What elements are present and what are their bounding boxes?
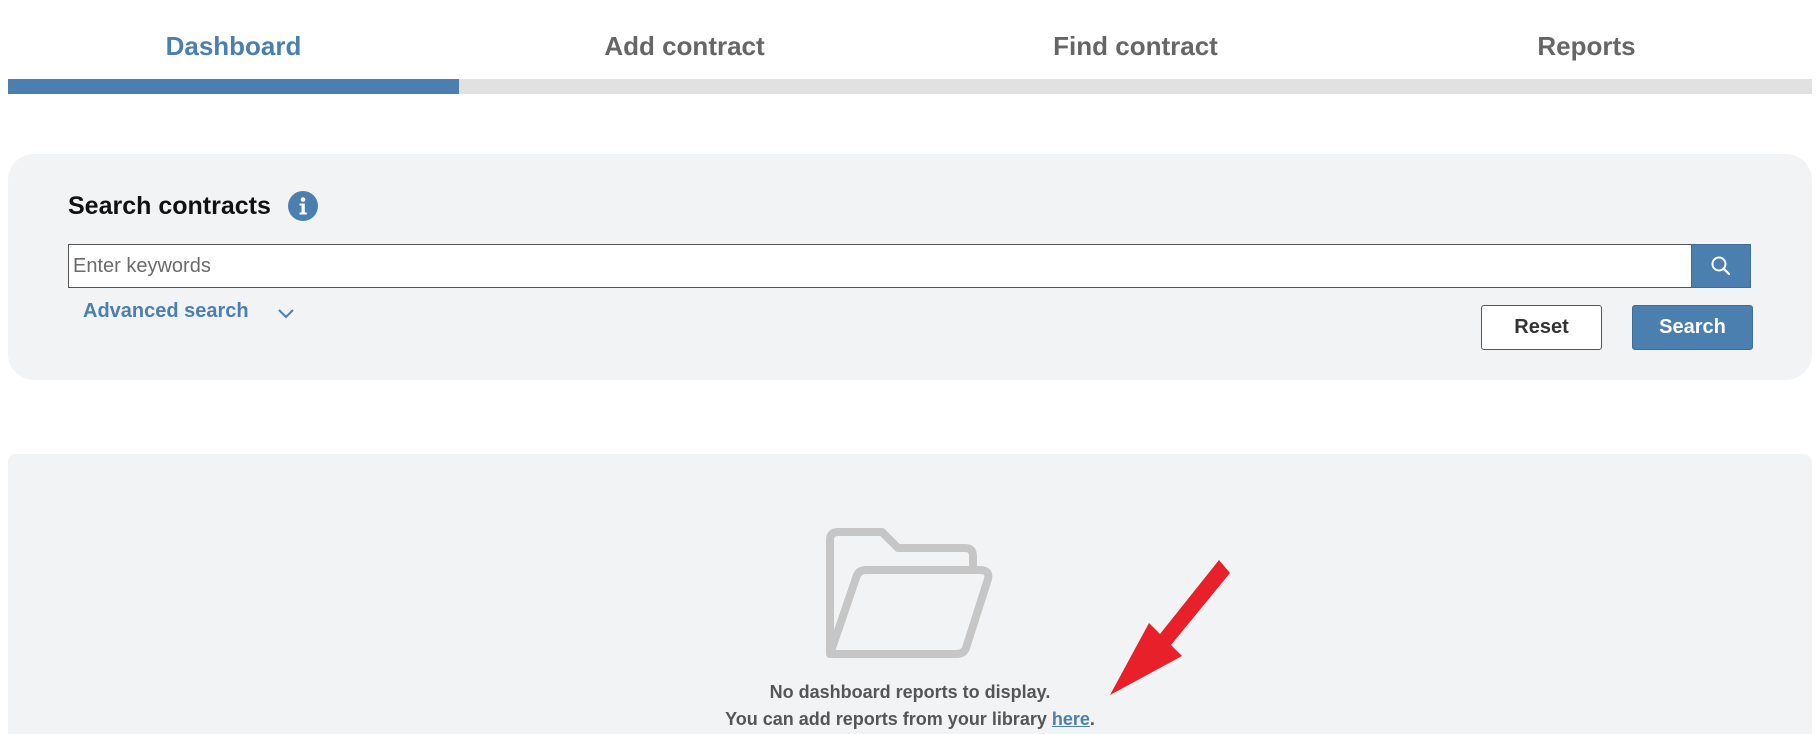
chevron-down-icon — [277, 308, 295, 320]
search-icon — [1711, 256, 1731, 276]
empty-reports-message: No dashboard reports to display. You can… — [8, 679, 1812, 733]
empty-reports-line2-prefix: You can add reports from your library — [725, 709, 1052, 729]
tab-find-contract[interactable]: Find contract — [910, 0, 1361, 94]
tab-add-contract[interactable]: Add contract — [459, 0, 910, 94]
tab-reports[interactable]: Reports — [1361, 0, 1812, 94]
page: Dashboard Add contract Find contract Rep… — [0, 0, 1819, 734]
tab-add-contract-indicator — [459, 79, 910, 94]
search-contracts-title: Search contracts — [68, 191, 271, 220]
library-here-link[interactable]: here — [1052, 709, 1090, 729]
dashboard-reports-panel: No dashboard reports to display. You can… — [8, 454, 1812, 734]
tab-dashboard-indicator — [8, 79, 459, 94]
search-input[interactable] — [68, 244, 1691, 288]
tab-find-contract-indicator — [910, 79, 1361, 94]
tab-dashboard[interactable]: Dashboard — [8, 0, 459, 94]
search-row — [68, 244, 1751, 288]
search-icon-button[interactable] — [1691, 244, 1751, 288]
folder-open-icon — [826, 528, 993, 658]
tab-bar: Dashboard Add contract Find contract Rep… — [8, 0, 1812, 94]
advanced-search-label: Advanced search — [83, 300, 249, 322]
reset-button[interactable]: Reset — [1481, 305, 1602, 350]
search-button[interactable]: Search — [1632, 305, 1753, 350]
search-heading: Search contracts — [68, 191, 318, 221]
advanced-search-toggle[interactable]: Advanced search — [83, 300, 295, 323]
search-contracts-panel: Search contracts Advanced search — [8, 154, 1812, 380]
empty-reports-line1: No dashboard reports to display. — [769, 682, 1051, 702]
empty-reports-line2-suffix: . — [1089, 709, 1095, 729]
tab-reports-label: Reports — [1537, 31, 1636, 61]
tab-reports-indicator — [1361, 79, 1812, 94]
info-icon[interactable] — [287, 191, 318, 221]
tab-find-contract-label: Find contract — [1053, 31, 1218, 61]
tab-add-contract-label: Add contract — [604, 31, 765, 61]
tab-dashboard-label: Dashboard — [165, 31, 302, 61]
annotation-arrow-icon — [1110, 560, 1230, 695]
empty-reports-line2: You can add reports from your library he… — [8, 706, 1812, 733]
